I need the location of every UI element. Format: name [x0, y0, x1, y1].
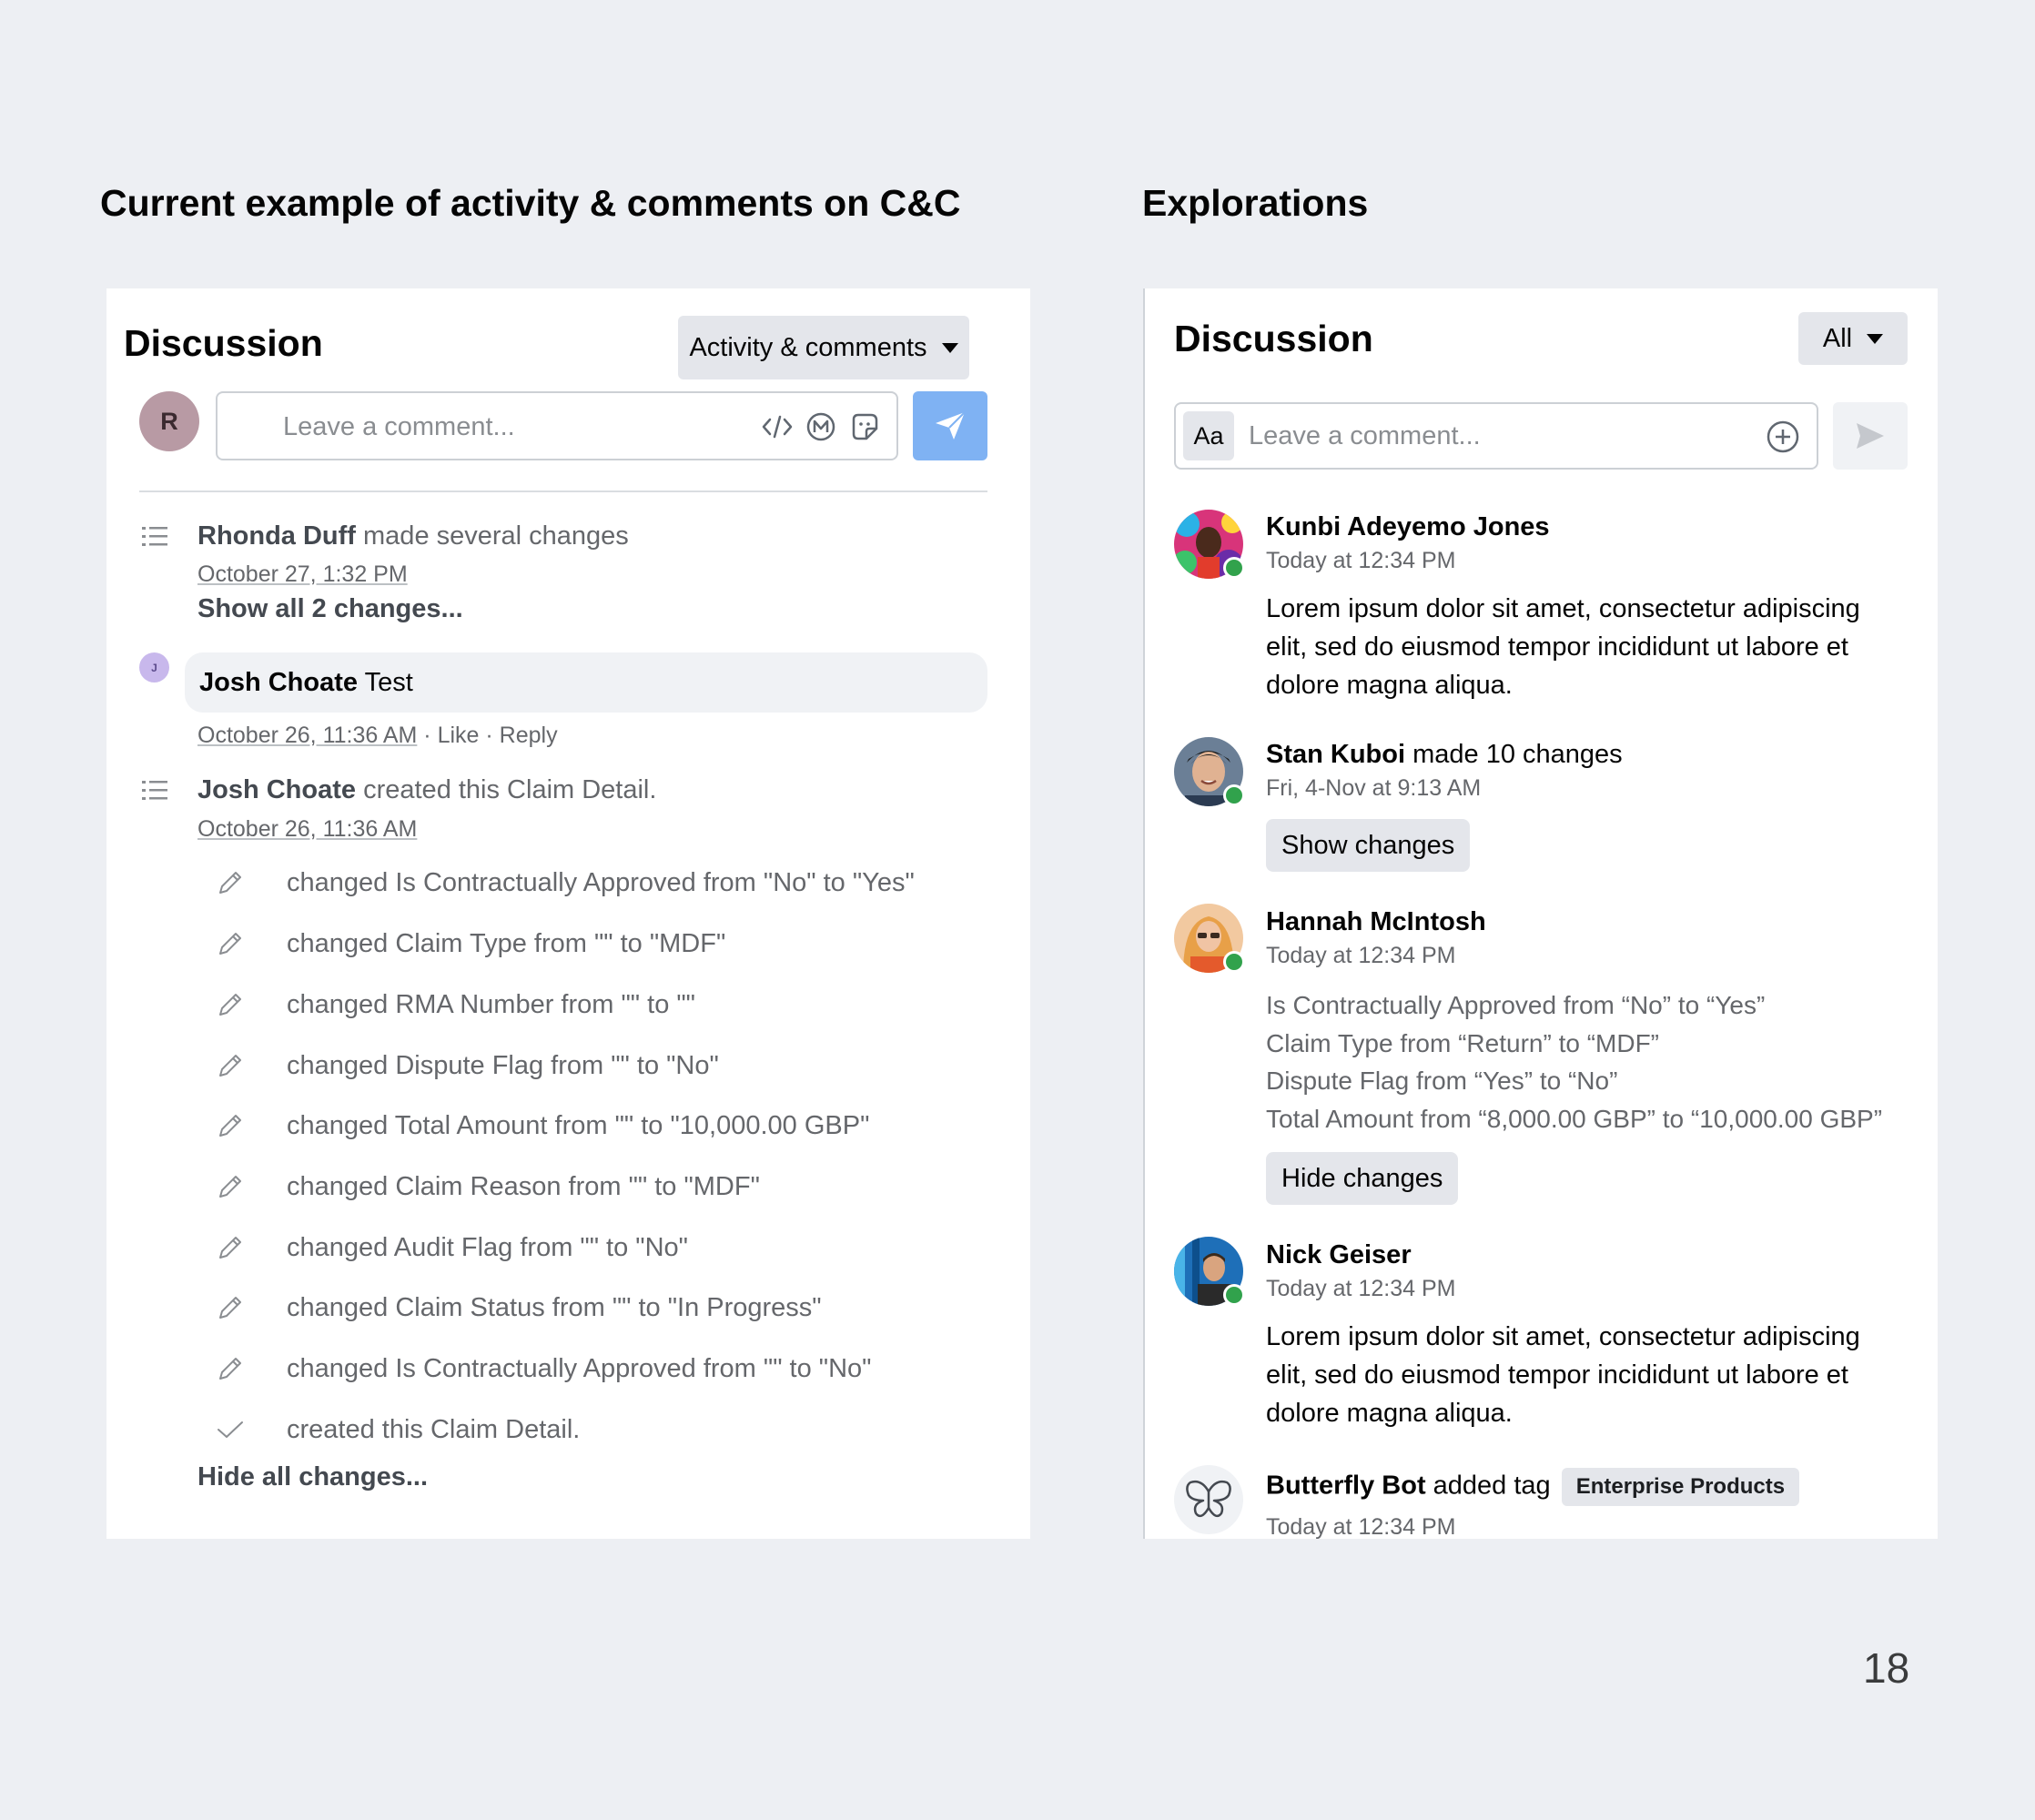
pencil-icon: [212, 925, 248, 962]
caret-down-icon: [1867, 333, 1884, 344]
change-item: changed RMA Number from "" to "": [212, 986, 695, 1023]
post-timestamp[interactable]: Today at 12:34 PM: [1266, 943, 1455, 969]
pencil-icon: [212, 1168, 248, 1205]
comment-bubble: Josh Choate Test: [185, 652, 987, 713]
post-timestamp[interactable]: Fri, 4-Nov at 9:13 AM: [1266, 775, 1481, 802]
avatar: R: [139, 391, 199, 451]
panel-title: Discussion: [124, 322, 323, 364]
left-section-heading: Current example of activity & comments o…: [100, 182, 961, 224]
hide-all-changes-link[interactable]: Hide all changes...: [197, 1462, 428, 1492]
online-status-indicator: [1223, 1284, 1245, 1306]
filter-label: All: [1822, 323, 1853, 353]
change-item: changed Audit Flag from "" to "No": [212, 1229, 688, 1266]
comment-input[interactable]: Leave a comment...: [216, 391, 898, 460]
activity-summary: Rhonda Duff made several changes: [197, 521, 629, 551]
code-icon[interactable]: [762, 411, 793, 442]
comment-user[interactable]: Josh Choate: [199, 668, 358, 697]
divider: [139, 490, 987, 492]
change-list: Is Contractually Approved from “No” to “…: [1266, 986, 1882, 1138]
change-item: changed Is Contractually Approved from "…: [212, 864, 915, 901]
filter-label: Activity & comments: [689, 332, 927, 362]
markdown-icon[interactable]: [805, 411, 836, 442]
text-format-button[interactable]: Aa: [1183, 411, 1234, 460]
comment-input[interactable]: Aa Leave a comment...: [1174, 402, 1818, 470]
activity-list-icon: [142, 781, 167, 800]
avatar[interactable]: [1174, 1465, 1243, 1534]
activity-user[interactable]: Rhonda Duff: [197, 521, 356, 551]
online-status-indicator: [1223, 784, 1245, 806]
activity-date[interactable]: October 27, 1:32 PM: [197, 561, 408, 588]
online-status-indicator: [1223, 557, 1245, 579]
comment-date[interactable]: October 26, 11:36 AM: [197, 723, 417, 748]
avatar[interactable]: [1174, 510, 1245, 579]
checkmark-icon: [212, 1411, 248, 1448]
change-item: created this Claim Detail.: [212, 1411, 580, 1448]
change-item: Claim Type from “Return” to “MDF”: [1266, 1028, 1659, 1057]
change-item: Is Contractually Approved from “No” to “…: [1266, 991, 1766, 1019]
post-body: Lorem ipsum dolor sit amet, consectetur …: [1266, 1322, 1860, 1428]
send-icon: [936, 411, 966, 440]
change-item: Dispute Flag from “Yes” to “No”: [1266, 1067, 1618, 1095]
caret-down-icon: [941, 342, 958, 353]
post-author: Nick Geiser: [1266, 1240, 1412, 1269]
hide-changes-button[interactable]: Hide changes: [1266, 1152, 1459, 1205]
send-button[interactable]: [913, 391, 987, 460]
comment-meta: October 26, 11:36 AM · Like · Reply: [197, 723, 558, 748]
post-author: Stan Kuboi made 10 changes: [1266, 740, 1623, 769]
current-discussion-panel: Discussion Activity & comments R Leave a…: [106, 288, 1030, 1539]
reply-link[interactable]: Reply: [500, 723, 558, 748]
post-author: Kunbi Adeyemo Jones: [1266, 512, 1550, 541]
show-changes-button[interactable]: Show changes: [1266, 819, 1471, 872]
activity-filter-dropdown[interactable]: Activity & comments: [678, 316, 969, 379]
post-body: Lorem ipsum dolor sit amet, consectetur …: [1266, 594, 1860, 700]
pencil-icon: [212, 1107, 248, 1144]
pencil-icon: [212, 1047, 248, 1084]
change-item: changed Total Amount from "" to "10,000.…: [212, 1107, 869, 1144]
change-item: changed Dispute Flag from "" to "No": [212, 1047, 719, 1084]
send-icon: [1857, 423, 1884, 449]
activity-summary: Josh Choate created this Claim Detail.: [197, 775, 657, 804]
panel-title: Discussion: [1174, 318, 1373, 359]
pencil-icon: [212, 986, 248, 1023]
pencil-icon: [212, 1289, 248, 1326]
send-button[interactable]: [1833, 402, 1908, 470]
sticker-icon[interactable]: [849, 411, 880, 442]
activity-list-icon: [142, 527, 167, 546]
comment-text: Test: [358, 668, 413, 697]
post-author: Hannah McIntosh: [1266, 907, 1486, 936]
page-number: 18: [1863, 1644, 1910, 1692]
avatar[interactable]: [1174, 1237, 1245, 1306]
change-item: changed Claim Type from "" to "MDF": [212, 925, 725, 962]
like-link[interactable]: Like: [438, 723, 480, 748]
pencil-icon: [212, 1229, 248, 1266]
exploration-discussion-panel: Discussion All Aa Leave a comment... Kun…: [1143, 288, 1938, 1541]
change-item: Total Amount from “8,000.00 GBP” to “10,…: [1266, 1104, 1883, 1133]
comment-placeholder: Leave a comment...: [283, 412, 515, 441]
change-item: changed Claim Status from "" to "In Prog…: [212, 1289, 822, 1326]
pencil-icon: [212, 1350, 248, 1387]
activity-user[interactable]: Josh Choate: [197, 775, 356, 804]
pencil-icon: [212, 864, 248, 901]
right-section-heading: Explorations: [1142, 182, 1369, 224]
post-timestamp[interactable]: Today at 12:34 PM: [1266, 548, 1455, 574]
online-status-indicator: [1223, 951, 1245, 973]
post-timestamp[interactable]: Today at 12:34 PM: [1266, 1514, 1455, 1541]
comment-placeholder: Leave a comment...: [1249, 421, 1481, 450]
show-all-changes-link[interactable]: Show all 2 changes...: [197, 594, 463, 624]
avatar[interactable]: [1174, 904, 1245, 973]
post-author: Butterfly Bot added tag Enterprise Produc…: [1266, 1468, 1800, 1506]
post-timestamp[interactable]: Today at 12:34 PM: [1266, 1276, 1455, 1302]
butterfly-icon: [1186, 1480, 1231, 1518]
avatar[interactable]: [1174, 737, 1245, 806]
change-item: changed Is Contractually Approved from "…: [212, 1350, 871, 1387]
activity-date[interactable]: October 26, 11:36 AM: [197, 816, 417, 843]
tag-chip[interactable]: Enterprise Products: [1561, 1468, 1800, 1506]
avatar: J: [139, 652, 169, 682]
change-item: changed Claim Reason from "" to "MDF": [212, 1168, 760, 1205]
add-attachment-icon[interactable]: [1766, 420, 1800, 454]
filter-dropdown[interactable]: All: [1798, 312, 1908, 365]
